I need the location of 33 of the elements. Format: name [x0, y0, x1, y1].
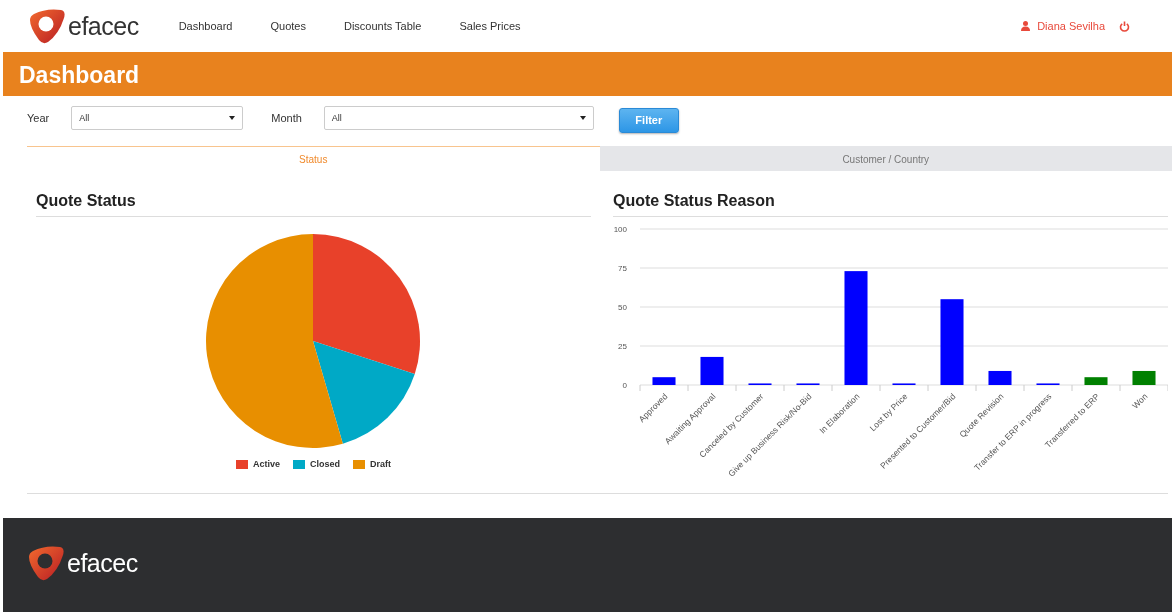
filter-dropdown[interactable]: All [323, 106, 594, 130]
axis-tick-label: 25 [618, 342, 627, 351]
filter-dropdown[interactable]: All [71, 106, 244, 130]
bar [700, 356, 724, 385]
axis-tick-label: 50 [618, 303, 627, 312]
logo-icon [27, 545, 65, 581]
tab[interactable]: Customer / Country [599, 146, 1172, 171]
bar [988, 370, 1012, 385]
legend-label: Closed [310, 459, 340, 469]
nav-link[interactable]: Discounts Table [343, 20, 422, 32]
bar [1132, 370, 1156, 385]
chart-title: Quote Status Reason [613, 180, 1168, 217]
bar [1084, 377, 1108, 385]
filter-label: Month [271, 112, 302, 124]
user-name[interactable]: Diana Sevilha [1037, 20, 1105, 32]
axis-category-label: Won [1130, 391, 1150, 411]
logo-icon [28, 8, 66, 44]
axis-tick-label: 0 [622, 381, 627, 390]
page-title: Dashboard [18, 61, 141, 90]
logo-text: efacec [67, 548, 138, 578]
logo-text[interactable]: efacec [68, 11, 139, 41]
user-icon [1021, 21, 1031, 31]
chart-title: Quote Status [36, 180, 591, 217]
power-icon[interactable] [1119, 20, 1130, 32]
filter-label: Year [27, 112, 50, 124]
legend-label: Active [252, 459, 280, 469]
nav-link[interactable]: Sales Prices [459, 20, 521, 32]
bar [652, 377, 676, 385]
axis-tick-label: 100 [613, 225, 627, 234]
legend-label: Draft [370, 459, 391, 469]
nav-link[interactable]: Quotes [270, 20, 306, 32]
axis-tick-label: 75 [618, 264, 627, 273]
nav-link[interactable]: Dashboard [178, 20, 233, 32]
